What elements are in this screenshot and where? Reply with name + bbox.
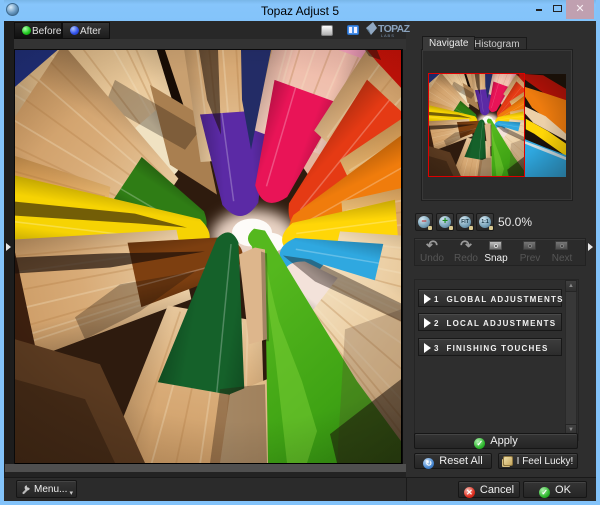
svg-text:L A B S: L A B S [381,33,394,38]
